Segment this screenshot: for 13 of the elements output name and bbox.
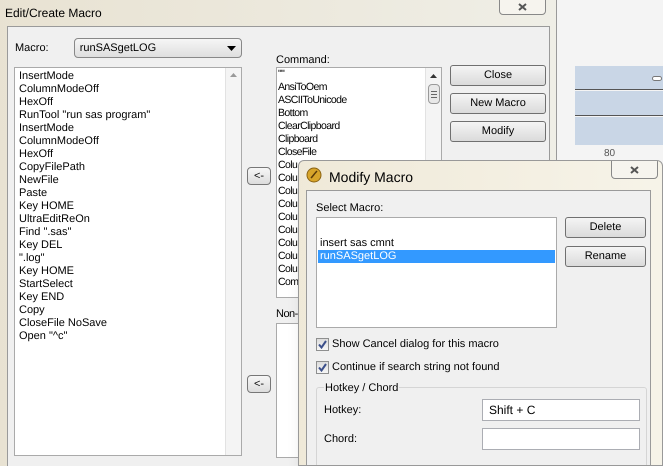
window-title: Edit/Create Macro — [5, 5, 102, 22]
group-title: Hotkey / Chord — [324, 380, 400, 396]
dropdown-value: runSASgetLOG — [80, 40, 156, 56]
macro-label: Macro: — [14, 40, 50, 56]
select-macro-label: Select Macro: — [316, 201, 384, 216]
field-label: Chord: — [324, 432, 358, 447]
list-label: Non- — [276, 307, 298, 321]
field-label: Hotkey: — [324, 402, 362, 418]
window-title: Modify Macro — [329, 168, 414, 187]
command-label: Command: — [276, 53, 331, 67]
checkbox-label: Continue if search string not found — [332, 360, 500, 376]
checkbox-label: Show Cancel dialog for this macro — [332, 337, 499, 352]
ruler-label: 80 — [604, 147, 616, 161]
